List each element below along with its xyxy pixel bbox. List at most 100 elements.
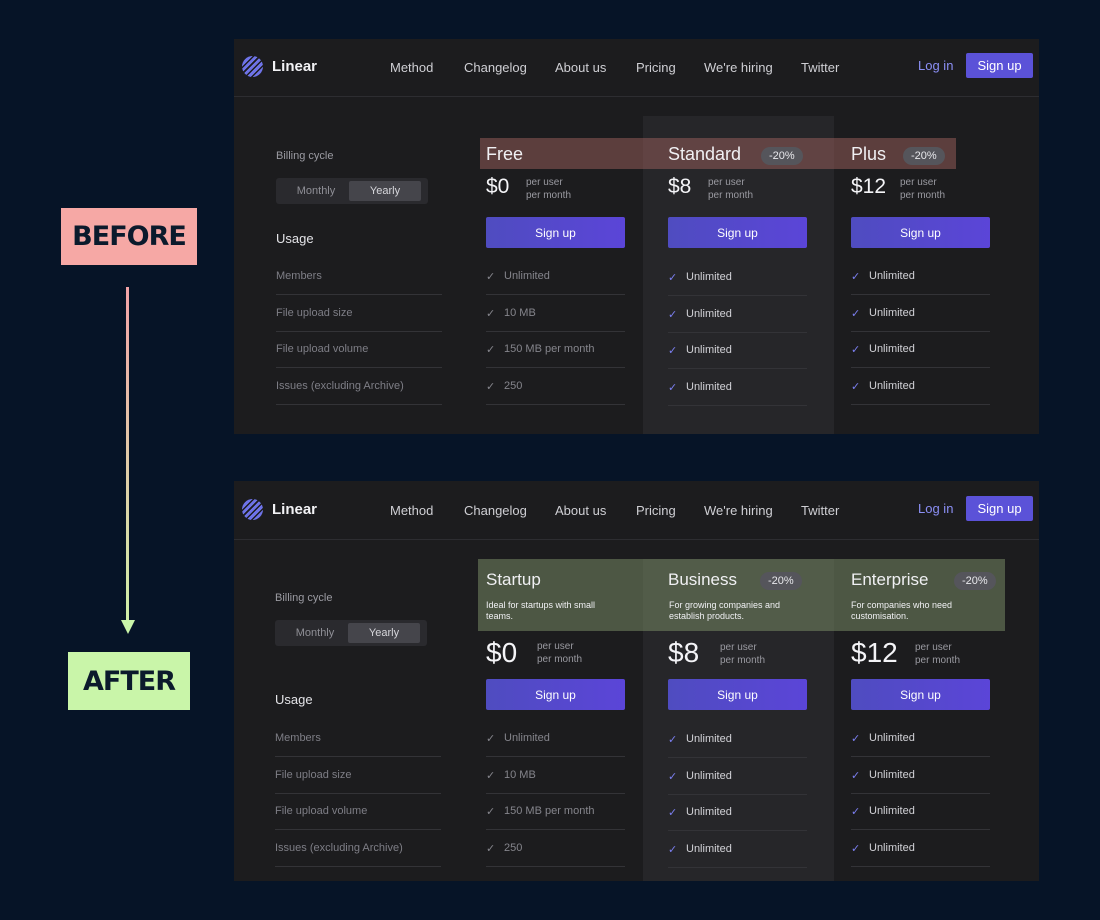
login-link[interactable]: Log in [918,501,953,516]
feature-label-issues: Issues (excluding Archive) [276,368,442,405]
table-cell: ✓ Unlimited [668,831,807,868]
tier-description: For growing companies and establish produ… [669,600,781,621]
feature-label-file-upload-size: File upload size [275,757,441,794]
nav-signup-button[interactable]: Sign up [966,53,1033,78]
billing-yearly-option[interactable]: Yearly [349,181,421,201]
tier-name: Business [668,570,737,589]
feature-label-members: Members [276,258,442,295]
billing-toggle: Monthly Yearly [276,178,428,204]
table-cell: ✓ Unlimited [486,720,625,757]
after-label: AFTER [68,652,190,710]
nav-twitter[interactable]: Twitter [801,503,839,518]
check-icon: ✓ [668,344,678,357]
tier-signup-button[interactable]: Sign up [851,217,990,248]
table-cell: ✓ Unlimited [851,331,990,368]
nav-pricing[interactable]: Pricing [636,503,676,518]
top-nav: Linear Method Changelog About us Pricing… [234,481,1039,540]
table-cell: ✓ Unlimited [668,259,807,296]
nav-about-us[interactable]: About us [555,503,606,518]
linear-logo-icon[interactable] [242,499,263,520]
tier-price-unit: per user per month [537,641,583,665]
check-icon: ✓ [486,307,496,320]
tier-name: Enterprise [851,570,929,589]
table-cell: ✓ 150 MB per month [486,331,625,368]
check-icon: ✓ [486,805,496,818]
tier-signup-button[interactable]: Sign up [486,217,625,248]
check-icon: ✓ [486,769,496,782]
tier-description: Ideal for startups with small teams. [486,600,596,621]
billing-monthly-option[interactable]: Monthly [279,623,351,643]
feature-label-issues: Issues (excluding Archive) [275,830,441,867]
check-icon: ✓ [851,769,861,782]
billing-yearly-option[interactable]: Yearly [348,623,420,643]
tier-price: $12 [851,637,898,668]
tier-price: $0 [486,175,510,198]
table-cell: ✓ Unlimited [668,758,807,795]
tier-price: $8 [668,175,692,198]
check-icon: ✓ [668,381,678,394]
feature-label-file-upload-size: File upload size [276,295,442,332]
table-cell: ✓ Unlimited [668,369,807,406]
tier-name: Plus [851,144,887,164]
tier-price: $0 [486,637,518,668]
check-icon: ✓ [668,770,678,783]
nav-hiring[interactable]: We're hiring [704,503,773,518]
table-cell: ✓ 150 MB per month [486,793,625,830]
check-icon: ✓ [851,842,861,855]
nav-about-us[interactable]: About us [555,60,606,75]
feature-label-file-upload-volume: File upload volume [276,331,442,368]
transition-arrow-line [126,287,129,620]
table-cell: ✓ Unlimited [851,368,990,405]
check-icon: ✓ [668,806,678,819]
table-cell: ✓ Unlimited [668,794,807,831]
linear-logo-icon[interactable] [242,56,263,77]
brand-name[interactable]: Linear [272,58,317,75]
nav-pricing[interactable]: Pricing [636,60,676,75]
check-icon: ✓ [486,343,496,356]
nav-hiring[interactable]: We're hiring [704,60,773,75]
pricing-panel-after: Linear Method Changelog About us Pricing… [234,481,1039,881]
nav-method[interactable]: Method [390,60,433,75]
table-cell: ✓ Unlimited [851,830,990,867]
table-cell: ✓ Unlimited [851,720,990,757]
nav-twitter[interactable]: Twitter [801,60,839,75]
check-icon: ✓ [486,732,496,745]
tier-signup-button[interactable]: Sign up [668,679,807,710]
check-icon: ✓ [486,380,496,393]
check-icon: ✓ [851,307,861,320]
tier-price-unit: per user per month [915,642,961,666]
brand-name[interactable]: Linear [272,501,317,518]
discount-badge: -20% [760,572,802,590]
check-icon: ✓ [668,733,678,746]
check-icon: ✓ [486,842,496,855]
table-cell: ✓ Unlimited [851,793,990,830]
discount-badge: -20% [903,147,945,165]
before-label: BEFORE [61,208,197,265]
table-cell: ✓ 10 MB [486,295,625,332]
table-cell: ✓ Unlimited [486,258,625,295]
check-icon: ✓ [851,380,861,393]
usage-heading: Usage [275,692,313,707]
tier-signup-button[interactable]: Sign up [486,679,625,710]
billing-monthly-option[interactable]: Monthly [280,181,352,201]
login-link[interactable]: Log in [918,58,953,73]
usage-heading: Usage [276,231,314,246]
tier-signup-button[interactable]: Sign up [668,217,807,248]
nav-changelog[interactable]: Changelog [464,503,527,518]
pricing-panel-before: Linear Method Changelog About us Pricing… [234,39,1039,434]
check-icon: ✓ [851,732,861,745]
discount-badge: -20% [761,147,803,165]
tier-price: $8 [668,637,700,668]
nav-method[interactable]: Method [390,503,433,518]
nav-changelog[interactable]: Changelog [464,60,527,75]
discount-badge: -20% [954,572,996,590]
tier-signup-button[interactable]: Sign up [851,679,990,710]
nav-signup-button[interactable]: Sign up [966,496,1033,521]
table-cell: ✓ 250 [486,368,625,405]
check-icon: ✓ [851,343,861,356]
table-cell: ✓ Unlimited [851,258,990,295]
table-cell: ✓ Unlimited [668,296,807,333]
tier-price: $12 [851,175,887,198]
arrow-down-icon [121,620,135,634]
tier-name: Standard [668,144,742,164]
